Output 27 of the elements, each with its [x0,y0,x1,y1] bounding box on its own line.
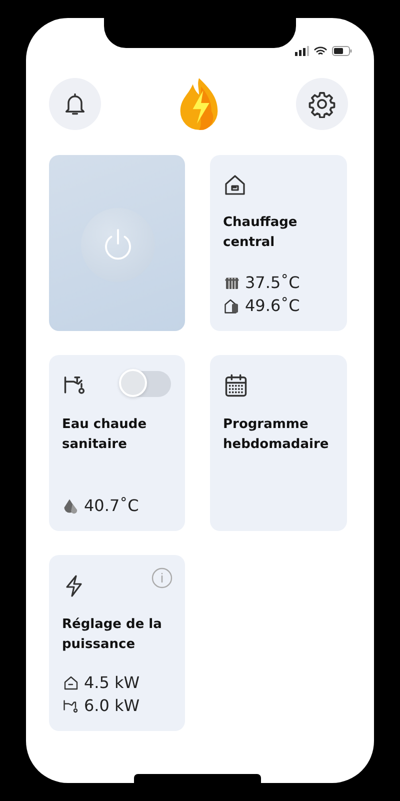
tile-card[interactable]: Programme hebdomadaire [210,355,347,531]
card-title: Eau chaude sanitaire [62,416,148,454]
reading-value: 6.0 kW [84,695,140,717]
reading-value: 4.5 kW [84,672,140,694]
wifi-icon [314,46,327,56]
signal-icon [295,46,309,56]
drop-icon [62,496,80,514]
reading-value: 40.7˚C [84,495,139,517]
house-icon [223,173,247,197]
house-icon [62,674,80,692]
tile-card[interactable]: Chauffage central 37.5˚C 49.6˚C [210,155,347,331]
card-title: Programme hebdomadaire [223,416,330,454]
settings-icon [308,90,336,118]
tile-card[interactable]: Eau chaude sanitaire 40.7˚C [49,355,185,531]
settings-button[interactable] [296,78,348,130]
reading-value: 49.6˚C [245,295,300,317]
toggle-switch[interactable] [121,371,171,397]
tile-card[interactable]: Réglage de la puissance 4.5 kW 6.0 kW [49,555,185,731]
reading-value: 37.5˚C [245,272,300,294]
calendar-icon [223,373,249,399]
flame-logo [178,76,220,132]
card-title: Chauffage central [223,214,298,252]
info-icon[interactable] [151,567,173,589]
notifications-button[interactable] [49,78,101,130]
house-tank-icon [223,296,241,314]
card-title: Réglage de la puissance [62,616,163,654]
battery-icon [332,46,352,56]
